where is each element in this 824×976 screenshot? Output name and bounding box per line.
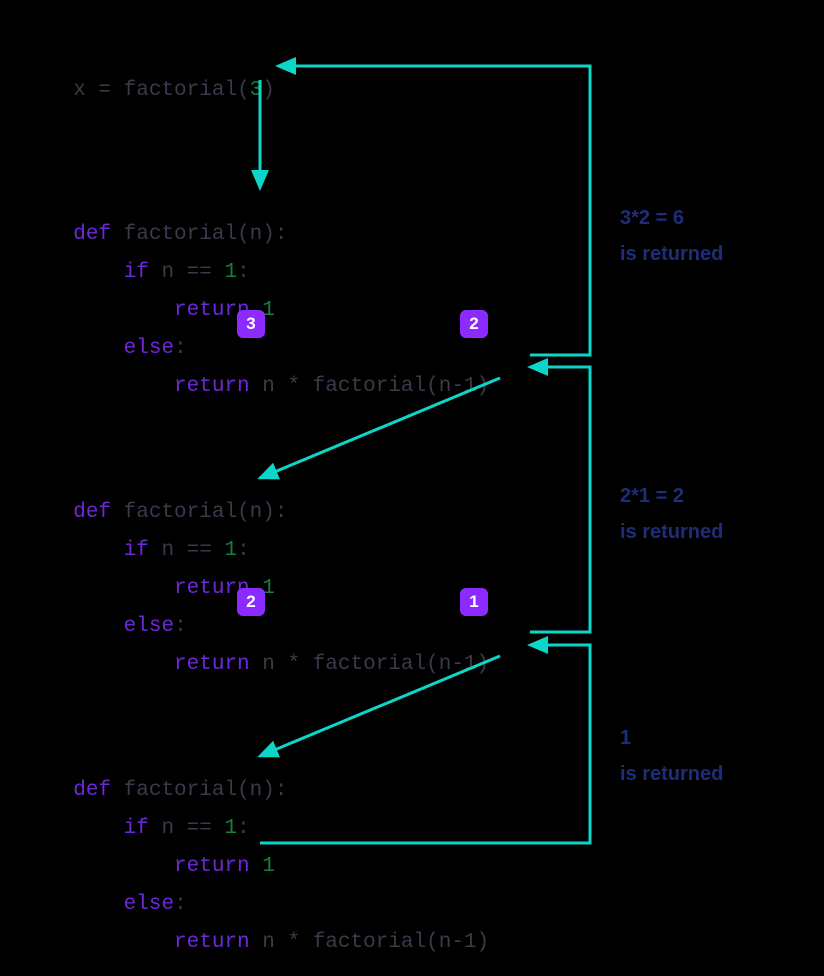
block3-ret2: return n * factorial(n-1): [48, 908, 489, 954]
block2-ret2: return n * factorial(n-1): [48, 630, 489, 676]
annotation-2-line2: is returned: [620, 521, 723, 543]
annotation-1: 3*2 = 6 is returned: [620, 200, 723, 272]
annotation-1-line2: is returned: [620, 243, 723, 265]
annotation-2-line1: 2*1 = 2: [620, 485, 684, 507]
annotation-1-line1: 3*2 = 6: [620, 207, 684, 229]
block1-ret2: return n * factorial(n-1): [48, 352, 489, 398]
badge-n-2: 2: [237, 588, 265, 616]
annotation-3-line1: 1: [620, 727, 631, 749]
badge-n-3: 3: [237, 310, 265, 338]
badge-arg-2: 2: [460, 310, 488, 338]
annotation-3-line2: is returned: [620, 763, 723, 785]
badge-arg-1: 1: [460, 588, 488, 616]
arrow-return-6: [278, 66, 590, 355]
arrow-return-2: [530, 367, 590, 632]
annotation-3: 1 is returned: [620, 720, 723, 792]
call-line: x = factorial(3): [48, 56, 275, 102]
annotation-2: 2*1 = 2 is returned: [620, 478, 723, 550]
